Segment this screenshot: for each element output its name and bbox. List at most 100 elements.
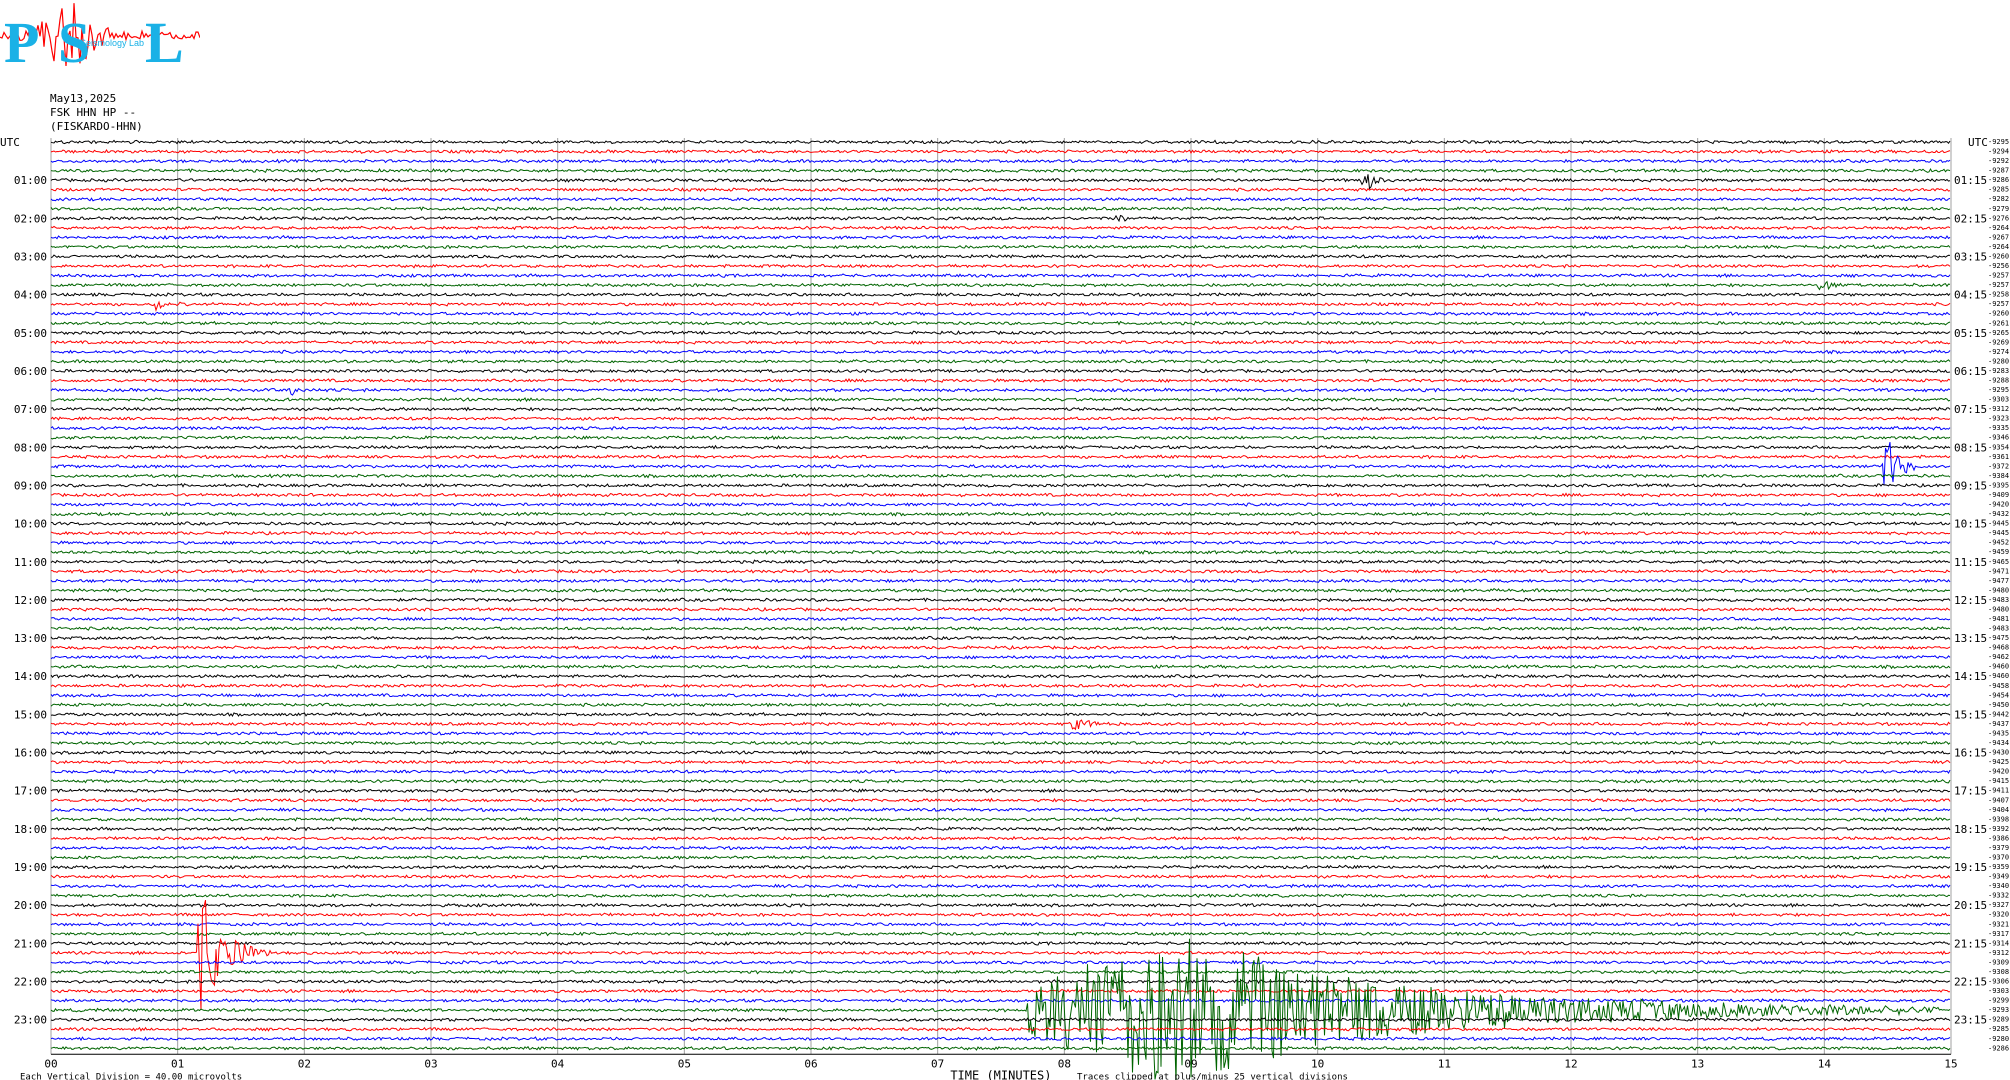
seismic-trace [50, 654, 1951, 660]
seismic-trace [50, 549, 1951, 555]
seismic-trace [50, 530, 1951, 536]
hour-label-right: 14:15 [1954, 670, 1987, 683]
seismic-trace [50, 873, 1951, 880]
seismic-trace [50, 272, 1951, 279]
trace-offset-label: -9317 [1988, 930, 2009, 938]
trace-offset-label: -9321 [1988, 920, 2009, 928]
x-tick-label: 05 [678, 1057, 691, 1070]
x-tick-label: 14 [1818, 1057, 1832, 1070]
seismic-trace [50, 807, 1951, 813]
seismic-trace [50, 893, 1951, 899]
hour-label-right: 10:15 [1954, 518, 1987, 531]
hour-label-right: 23:15 [1954, 1014, 1987, 1027]
hour-label-left: 07:00 [14, 403, 47, 416]
trace-offset-label: -9386 [1988, 834, 2009, 842]
trace-offset-label: -9261 [1988, 319, 2009, 327]
trace-offset-label: -9435 [1988, 729, 2009, 737]
seismic-trace [50, 482, 1951, 488]
hour-label-right: 08:15 [1954, 441, 1987, 454]
hour-label-left: 19:00 [14, 861, 47, 874]
trace-offset-label: -9480 [1988, 586, 2009, 594]
hour-label-left: 03:00 [14, 250, 47, 263]
seismic-trace [50, 167, 1951, 174]
trace-offset-label: -9292 [1988, 157, 2009, 165]
trace-offset-label: -9282 [1988, 195, 2009, 203]
trace-offset-label: -9481 [1988, 615, 2009, 623]
trace-offset-label: -9379 [1988, 844, 2009, 852]
seismic-trace [50, 330, 1951, 336]
trace-offset-label: -9445 [1988, 520, 2009, 528]
seismic-trace [50, 673, 1951, 679]
seismic-trace [50, 769, 1951, 775]
hour-label-right: 12:15 [1954, 594, 1987, 607]
trace-offset-label: -9276 [1988, 214, 2009, 222]
trace-offset-label: -9480 [1988, 605, 2009, 613]
trace-offset-label: -9294 [1988, 148, 2009, 156]
x-tick-label: 12 [1564, 1057, 1577, 1070]
seismic-trace [50, 292, 1951, 297]
hour-label-right: 17:15 [1954, 785, 1987, 798]
seismic-trace [50, 187, 1951, 193]
trace-offset-label: -9450 [1988, 701, 2009, 709]
trace-offset-label: -9420 [1988, 768, 2009, 776]
trace-offset-label: -9415 [1988, 777, 2009, 785]
trace-offset-label: -9404 [1988, 806, 2009, 814]
trace-offset-label: -9299 [1988, 997, 2009, 1005]
seismic-trace [50, 196, 1951, 202]
hour-label-right: 09:15 [1954, 479, 1987, 492]
seismic-trace [50, 692, 1951, 698]
x-tick-label: 04 [551, 1057, 565, 1070]
seismic-trace [51, 568, 1951, 574]
trace-offset-label: -9260 [1988, 252, 2009, 260]
seismic-trace [50, 683, 1950, 689]
seismic-trace [50, 425, 1951, 431]
trace-offset-label: -9293 [1988, 1006, 2009, 1014]
trace-offset-label: -9425 [1988, 758, 2009, 766]
seismic-trace [50, 320, 1951, 326]
trace-offset-label: -9430 [1988, 749, 2009, 757]
seismic-trace [50, 158, 1951, 164]
seismic-trace [50, 214, 1951, 223]
hour-label-right: 02:15 [1954, 212, 1987, 225]
seismic-trace [50, 244, 1951, 250]
seismic-trace [50, 492, 1951, 498]
seismic-trace [50, 444, 1951, 450]
seismic-trace [50, 719, 1951, 731]
trace-offset-label: -9320 [1988, 911, 2009, 919]
seismic-trace [50, 502, 1951, 508]
trace-offset-label: -9295 [1988, 138, 2009, 146]
seismic-trace [50, 921, 1951, 927]
x-tick-label: 03 [424, 1057, 437, 1070]
trace-offset-label: -9258 [1988, 291, 2009, 299]
trace-offset-label: -9260 [1988, 310, 2009, 318]
seismic-trace [50, 899, 1951, 1010]
seismic-trace [50, 377, 1951, 383]
trace-offset-label: -9327 [1988, 901, 2009, 909]
seismic-trace [50, 1045, 1951, 1051]
x-tick-label: 00 [44, 1057, 57, 1070]
hour-label-right: 20:15 [1954, 899, 1987, 912]
seismic-trace [50, 387, 1951, 396]
x-tick-label: 06 [804, 1057, 817, 1070]
hour-label-left: 21:00 [14, 937, 47, 950]
trace-offset-label: -9372 [1988, 462, 2009, 470]
trace-offset-label: -9309 [1988, 958, 2009, 966]
trace-offset-label: -9437 [1988, 720, 2009, 728]
trace-offset-label: -9411 [1988, 787, 2009, 795]
hour-label-right: 06:15 [1954, 365, 1987, 378]
trace-offset-label: -9452 [1988, 539, 2009, 547]
x-tick-label: 02 [298, 1057, 311, 1070]
trace-offset-label: -9285 [1988, 1025, 2009, 1033]
seismic-trace [50, 816, 1951, 822]
seismic-trace [50, 511, 1951, 517]
trace-offset-label: -9483 [1988, 625, 2009, 633]
trace-offset-label: -9454 [1988, 691, 2009, 699]
hour-label-right: 19:15 [1954, 861, 1987, 874]
trace-group [50, 139, 1951, 1080]
trace-offset-label: -9289 [1988, 1016, 2009, 1024]
x-tick-label: 13 [1691, 1057, 1704, 1070]
hour-label-right: 15:15 [1954, 708, 1987, 721]
hour-label-right: 01:15 [1954, 174, 1987, 187]
seismic-trace [50, 521, 1951, 527]
seismic-trace [51, 864, 1951, 870]
